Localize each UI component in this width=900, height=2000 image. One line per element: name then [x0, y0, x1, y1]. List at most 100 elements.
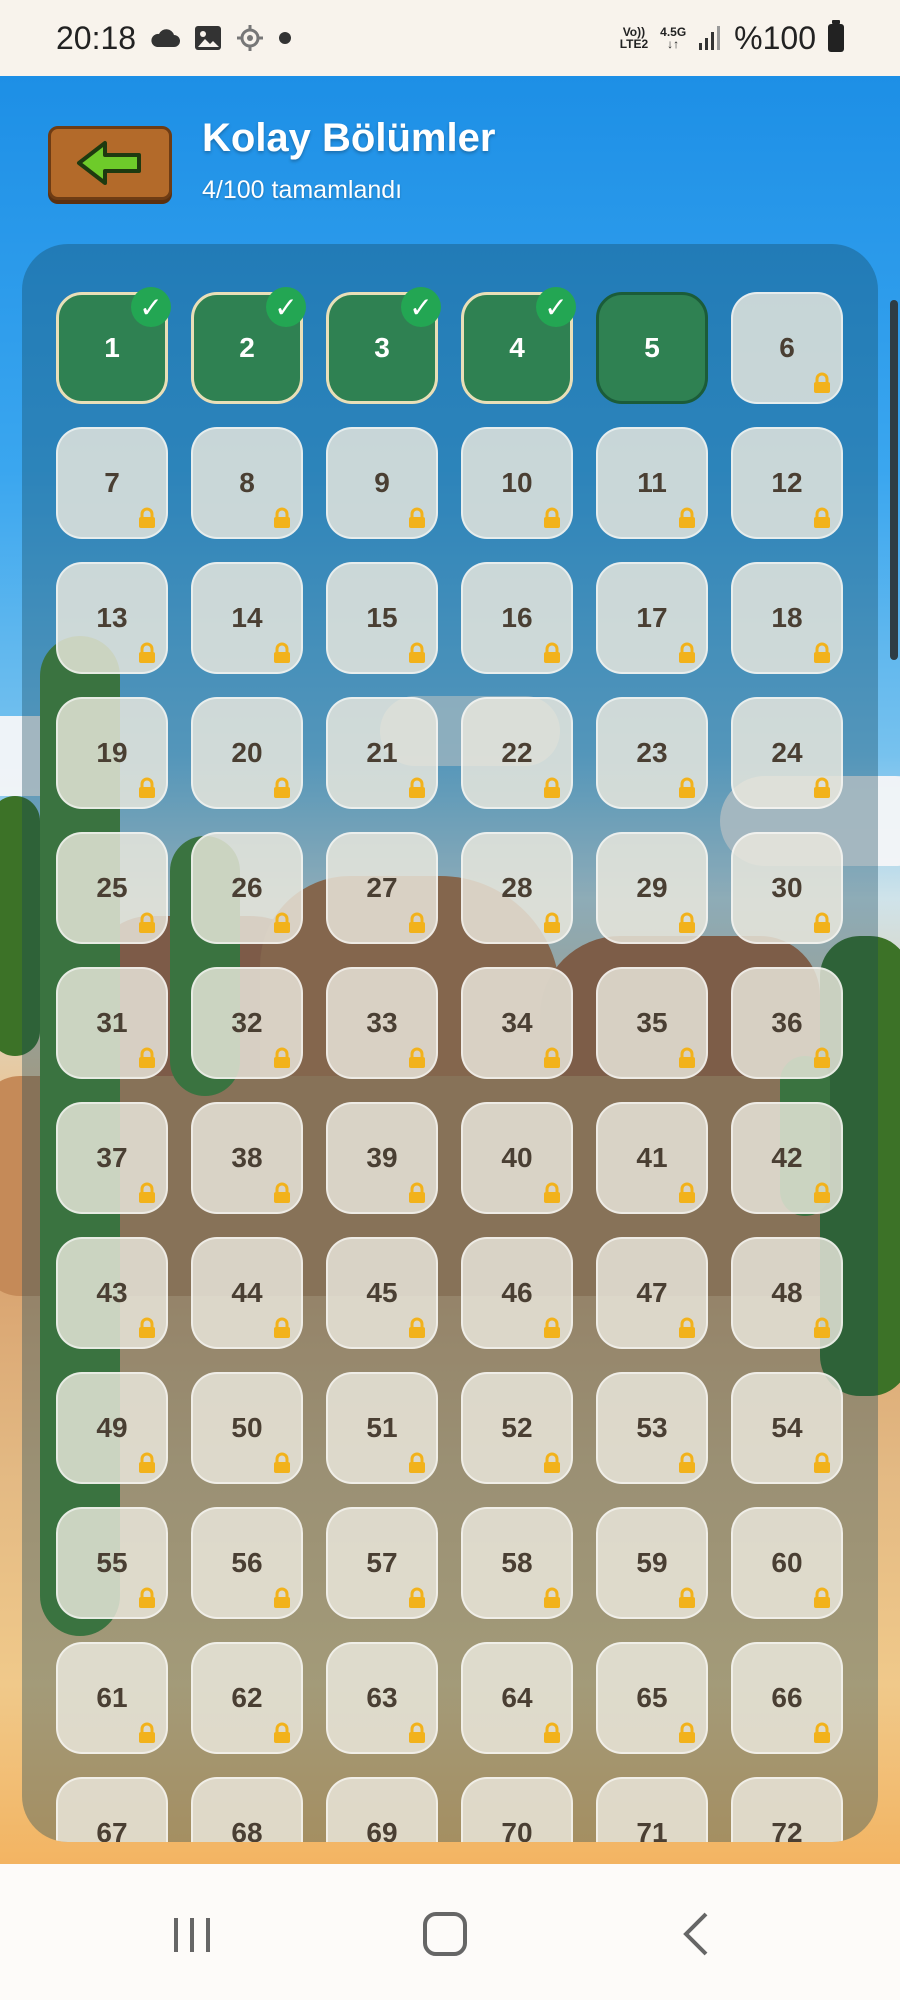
level-button-57[interactable]: 57	[326, 1507, 438, 1619]
level-number: 57	[366, 1547, 398, 1578]
lock-icon	[544, 1452, 560, 1473]
level-button-27[interactable]: 27	[326, 832, 438, 944]
level-button-30[interactable]: 30	[731, 832, 843, 944]
level-button-49[interactable]: 49	[56, 1372, 168, 1484]
level-button-13[interactable]: 13	[56, 562, 168, 674]
level-button-14[interactable]: 14	[191, 562, 303, 674]
level-button-25[interactable]: 25	[56, 832, 168, 944]
level-button-58[interactable]: 58	[461, 1507, 573, 1619]
lock-icon	[274, 1722, 290, 1743]
level-button-44[interactable]: 44	[191, 1237, 303, 1349]
level-button-68[interactable]: 68	[191, 1777, 303, 1842]
level-button-28[interactable]: 28	[461, 832, 573, 944]
level-number: 62	[231, 1682, 263, 1713]
level-button-67[interactable]: 67	[56, 1777, 168, 1842]
level-button-45[interactable]: 45	[326, 1237, 438, 1349]
level-button-6[interactable]: 6	[731, 292, 843, 404]
level-number: 53	[636, 1412, 668, 1443]
level-number: 59	[636, 1547, 668, 1578]
level-button-9[interactable]: 9	[326, 427, 438, 539]
level-number: 36	[771, 1007, 803, 1038]
level-button-37[interactable]: 37	[56, 1102, 168, 1214]
level-button-15[interactable]: 15	[326, 562, 438, 674]
level-button-62[interactable]: 62	[191, 1642, 303, 1754]
level-button-40[interactable]: 40	[461, 1102, 573, 1214]
check-icon: ✓	[266, 287, 306, 327]
level-button-38[interactable]: 38	[191, 1102, 303, 1214]
scrollbar[interactable]	[890, 300, 898, 660]
lock-icon	[274, 1317, 290, 1338]
level-button-52[interactable]: 52	[461, 1372, 573, 1484]
level-button-4[interactable]: 4 ✓	[461, 287, 576, 404]
level-button-29[interactable]: 29	[596, 832, 708, 944]
lock-icon	[814, 507, 830, 528]
level-button-5[interactable]: 5	[596, 292, 708, 404]
level-button-72[interactable]: 72	[731, 1777, 843, 1842]
level-button-18[interactable]: 18	[731, 562, 843, 674]
level-button-20[interactable]: 20	[191, 697, 303, 809]
level-button-12[interactable]: 12	[731, 427, 843, 539]
level-button-64[interactable]: 64	[461, 1642, 573, 1754]
level-number: 71	[636, 1817, 668, 1842]
level-button-69[interactable]: 69	[326, 1777, 438, 1842]
level-number: 22	[501, 737, 533, 768]
level-button-2[interactable]: 2 ✓	[191, 287, 306, 404]
level-button-54[interactable]: 54	[731, 1372, 843, 1484]
level-panel[interactable]: 1 ✓ 2 ✓ 3 ✓ 4 ✓ 5 6 7 8 9 10 11 12 13 14 15 16 17 18 19 20 21 22 2…	[22, 244, 878, 1842]
level-number: 2	[239, 332, 255, 363]
level-button-3[interactable]: 3 ✓	[326, 287, 441, 404]
level-number: 44	[231, 1277, 263, 1308]
level-button-16[interactable]: 16	[461, 562, 573, 674]
level-button-7[interactable]: 7	[56, 427, 168, 539]
lock-icon	[139, 1452, 155, 1473]
level-button-33[interactable]: 33	[326, 967, 438, 1079]
level-button-39[interactable]: 39	[326, 1102, 438, 1214]
level-button-41[interactable]: 41	[596, 1102, 708, 1214]
level-number: 16	[501, 602, 533, 633]
level-button-56[interactable]: 56	[191, 1507, 303, 1619]
level-number: 9	[374, 467, 390, 498]
level-button-42[interactable]: 42	[731, 1102, 843, 1214]
level-button-51[interactable]: 51	[326, 1372, 438, 1484]
level-button-53[interactable]: 53	[596, 1372, 708, 1484]
level-button-47[interactable]: 47	[596, 1237, 708, 1349]
lock-icon	[139, 507, 155, 528]
level-button-70[interactable]: 70	[461, 1777, 573, 1842]
level-button-34[interactable]: 34	[461, 967, 573, 1079]
level-button-43[interactable]: 43	[56, 1237, 168, 1349]
level-button-1[interactable]: 1 ✓	[56, 287, 171, 404]
level-button-19[interactable]: 19	[56, 697, 168, 809]
level-button-60[interactable]: 60	[731, 1507, 843, 1619]
level-button-32[interactable]: 32	[191, 967, 303, 1079]
level-button-59[interactable]: 59	[596, 1507, 708, 1619]
check-icon: ✓	[401, 287, 441, 327]
level-button-66[interactable]: 66	[731, 1642, 843, 1754]
level-button-63[interactable]: 63	[326, 1642, 438, 1754]
level-button-26[interactable]: 26	[191, 832, 303, 944]
level-button-71[interactable]: 71	[596, 1777, 708, 1842]
level-number: 61	[96, 1682, 128, 1713]
recent-apps-icon[interactable]	[158, 1904, 228, 1964]
back-button[interactable]	[48, 126, 172, 200]
level-button-35[interactable]: 35	[596, 967, 708, 1079]
level-button-55[interactable]: 55	[56, 1507, 168, 1619]
level-button-31[interactable]: 31	[56, 967, 168, 1079]
lock-icon	[409, 1047, 425, 1068]
level-button-65[interactable]: 65	[596, 1642, 708, 1754]
level-button-11[interactable]: 11	[596, 427, 708, 539]
level-button-24[interactable]: 24	[731, 697, 843, 809]
level-button-8[interactable]: 8	[191, 427, 303, 539]
level-button-21[interactable]: 21	[326, 697, 438, 809]
level-button-10[interactable]: 10	[461, 427, 573, 539]
level-button-48[interactable]: 48	[731, 1237, 843, 1349]
level-button-22[interactable]: 22	[461, 697, 573, 809]
back-icon[interactable]	[662, 1904, 732, 1964]
level-button-36[interactable]: 36	[731, 967, 843, 1079]
level-button-23[interactable]: 23	[596, 697, 708, 809]
home-icon[interactable]	[410, 1904, 480, 1964]
level-button-61[interactable]: 61	[56, 1642, 168, 1754]
lock-icon	[814, 777, 830, 798]
level-button-46[interactable]: 46	[461, 1237, 573, 1349]
level-button-50[interactable]: 50	[191, 1372, 303, 1484]
level-button-17[interactable]: 17	[596, 562, 708, 674]
